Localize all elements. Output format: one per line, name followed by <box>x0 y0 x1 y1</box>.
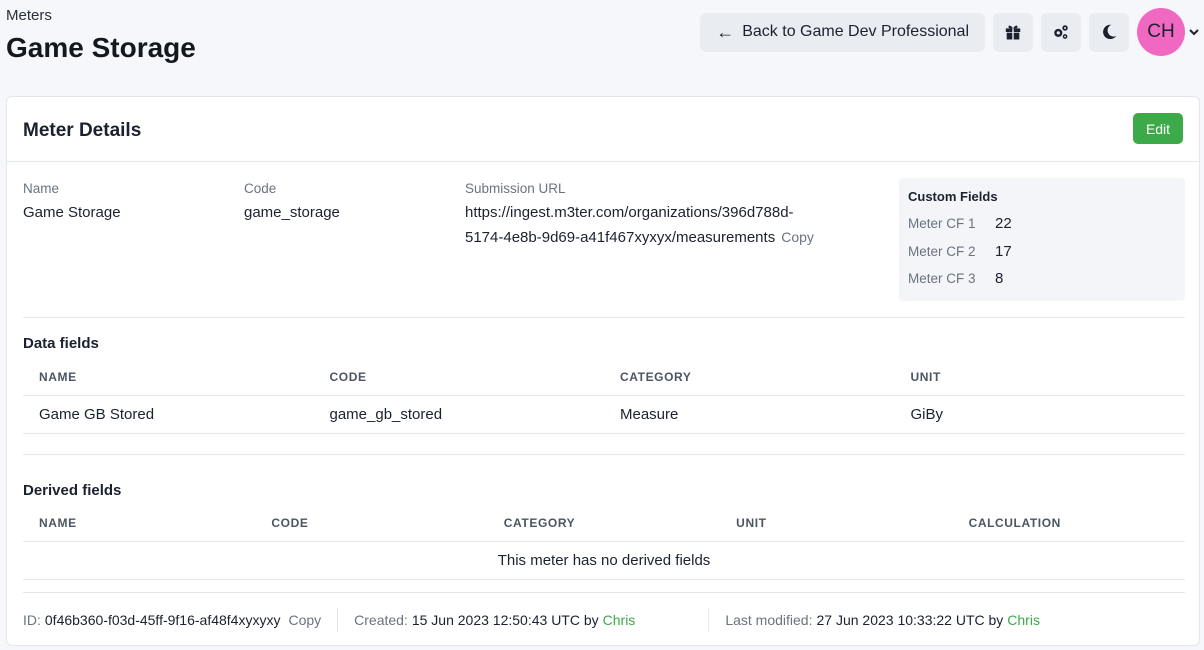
column-header-name: NAME <box>39 369 77 384</box>
details-section: Name Game Storage Code game_storage Subm… <box>23 178 1185 318</box>
custom-field-key: Meter CF 1 <box>908 216 976 232</box>
created-by-link[interactable]: Chris <box>603 612 636 628</box>
modified-value: 27 Jun 2023 10:33:22 UTC by <box>816 612 1004 628</box>
chevron-down-icon[interactable] <box>1188 26 1200 38</box>
copy-id-button[interactable]: Copy <box>288 612 321 628</box>
meta-footer: ID: 0f46b360-f03d-45ff-9f16-af48f4xyxyxy… <box>23 605 1185 635</box>
custom-fields-title: Custom Fields <box>908 189 998 204</box>
gears-icon <box>1054 25 1068 39</box>
column-header-calculation: CALCULATION <box>968 515 1061 530</box>
name-detail: Name Game Storage <box>23 181 121 225</box>
custom-field-key: Meter CF 2 <box>908 243 976 259</box>
empty-state-message: This meter has no derived fields <box>497 552 711 569</box>
column-header-name: NAME <box>39 515 77 530</box>
custom-field-value: 17 <box>995 242 1012 260</box>
name-label: Name <box>23 181 60 196</box>
url-value: https://ingest.m3ter.com/organizations/3… <box>465 201 814 250</box>
id-value: 0f46b360-f03d-45ff-9f16-af48f4xyxyxy <box>44 612 281 628</box>
column-header-category: CATEGORY <box>503 515 576 530</box>
custom-field-value: 8 <box>995 270 1004 288</box>
meter-id: ID: 0f46b360-f03d-45ff-9f16-af48f4xyxyxy… <box>23 608 321 632</box>
dark-mode-toggle[interactable] <box>1089 12 1129 52</box>
footer-divider <box>337 608 339 632</box>
avatar[interactable]: CH <box>1137 8 1185 56</box>
derived-fields-title: Derived fields <box>23 482 122 499</box>
divider <box>23 454 1185 455</box>
gift-button[interactable] <box>993 12 1033 52</box>
settings-button[interactable] <box>1041 12 1081 52</box>
edit-button[interactable]: Edit <box>1133 113 1183 144</box>
card-title: Meter Details <box>23 120 142 141</box>
created-label: Created: <box>354 612 408 628</box>
empty-state-row: This meter has no derived fields <box>23 542 1185 580</box>
cell-unit: GiBy <box>910 406 944 423</box>
table-header: NAME CODE CATEGORY UNIT CALCULATION <box>23 504 1185 542</box>
code-detail: Code game_storage <box>244 181 340 225</box>
derived-fields-table: NAME CODE CATEGORY UNIT CALCULATION This… <box>23 504 1185 580</box>
footer-divider <box>708 608 710 632</box>
created-value: 15 Jun 2023 12:50:43 UTC by <box>411 612 599 628</box>
user-menu[interactable]: CH <box>1137 8 1204 56</box>
cell-code: game_gb_stored <box>329 406 443 423</box>
copy-url-button[interactable]: Copy <box>781 229 814 245</box>
url-line-1: https://ingest.m3ter.com/organizations/3… <box>465 204 794 221</box>
url-detail: Submission URL https://ingest.m3ter.com/… <box>465 181 814 250</box>
page-header: Meters Game Storage ← Back to Game Dev P… <box>0 0 1204 96</box>
table-row: Game GB Stored game_gb_stored Measure Gi… <box>23 396 1185 434</box>
cell-category: Measure <box>620 406 679 423</box>
back-button-label: Back to Game Dev Professional <box>742 23 969 40</box>
moon-icon <box>1103 24 1117 40</box>
custom-fields-panel: Custom Fields Meter CF 1 22 Meter CF 2 1… <box>899 178 1185 301</box>
custom-field-key: Meter CF 3 <box>908 271 976 287</box>
column-header-code: CODE <box>271 515 309 530</box>
modified-by-link[interactable]: Chris <box>1007 612 1040 628</box>
code-label: Code <box>244 181 277 196</box>
data-fields-table: NAME CODE CATEGORY UNIT Game GB Stored g… <box>23 358 1185 434</box>
cell-name: Game GB Stored <box>39 406 155 423</box>
column-header-category: CATEGORY <box>620 369 692 384</box>
id-label: ID: <box>23 612 41 628</box>
card-header: Meter Details Edit <box>7 97 1199 162</box>
url-label: Submission URL <box>465 181 566 196</box>
table-header: NAME CODE CATEGORY UNIT <box>23 358 1185 396</box>
custom-field-value: 22 <box>995 215 1012 233</box>
custom-field-row: Meter CF 2 17 <box>908 238 1176 266</box>
created-info: Created: 15 Jun 2023 12:50:43 UTC by Chr… <box>354 608 635 632</box>
divider <box>23 592 1185 593</box>
breadcrumb[interactable]: Meters <box>6 7 52 24</box>
toolbar: ← Back to Game Dev Professional CH <box>700 8 1204 56</box>
meter-details-card: Meter Details Edit Name Game Storage Cod… <box>6 96 1200 646</box>
page-title: Game Storage <box>6 32 196 63</box>
column-header-unit: UNIT <box>736 515 767 530</box>
custom-field-row: Meter CF 3 8 <box>908 265 1176 293</box>
code-value: game_storage <box>244 204 340 221</box>
url-line-2: 5174-4e8b-9d69-a41f467xyxyx/measurements <box>465 229 776 246</box>
data-fields-title: Data fields <box>23 335 99 352</box>
custom-field-row: Meter CF 1 22 <box>908 210 1176 238</box>
modified-label: Last modified: <box>725 612 813 628</box>
gift-icon <box>1005 25 1021 40</box>
arrow-left-icon: ← <box>716 21 735 42</box>
modified-info: Last modified: 27 Jun 2023 10:33:22 UTC … <box>725 608 1040 632</box>
name-value: Game Storage <box>23 204 121 221</box>
back-button[interactable]: ← Back to Game Dev Professional <box>700 12 985 52</box>
column-header-code: CODE <box>329 369 367 384</box>
column-header-unit: UNIT <box>910 369 941 384</box>
